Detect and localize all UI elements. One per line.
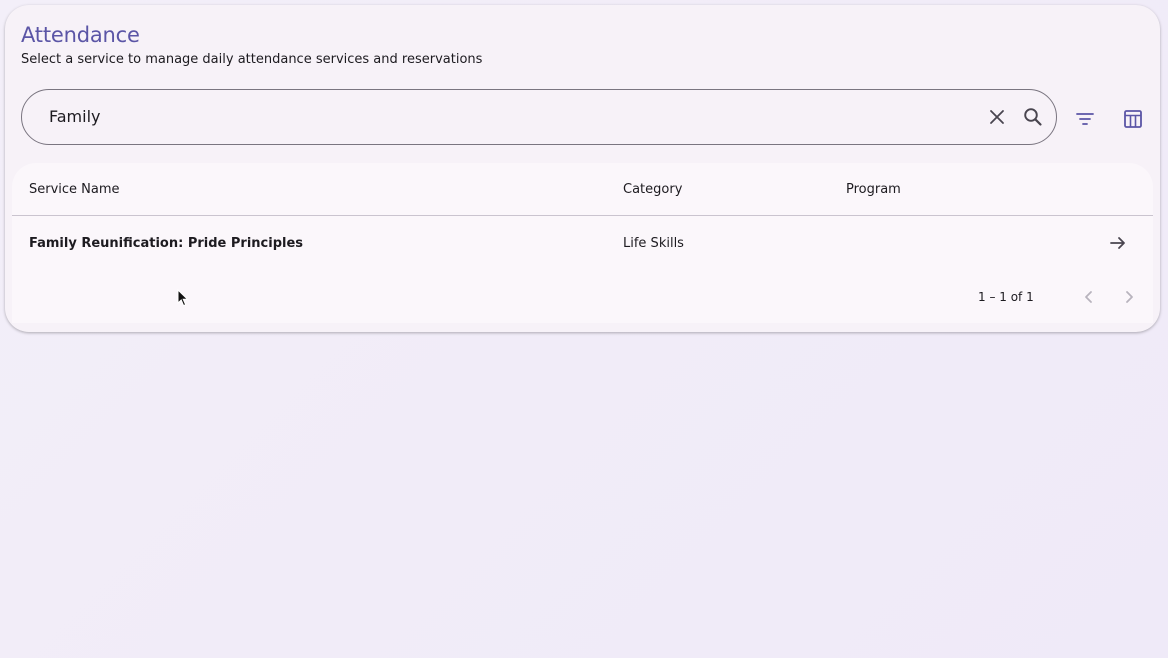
paginator: 1 – 1 of 1 [12, 271, 1153, 323]
page-subtitle: Select a service to manage daily attenda… [21, 52, 483, 67]
chevron-right-icon [1126, 291, 1133, 303]
column-header-service-name[interactable]: Service Name [29, 163, 120, 216]
close-icon [990, 110, 1004, 124]
previous-page-button[interactable] [1073, 281, 1105, 313]
page-title: Attendance [21, 23, 140, 47]
column-header-program[interactable]: Program [846, 163, 901, 216]
arrow-forward-icon [1110, 237, 1125, 249]
table-row[interactable]: Family Reunification: Pride Principles L… [12, 217, 1153, 270]
filter-button[interactable] [1069, 103, 1101, 135]
chevron-left-icon [1085, 291, 1092, 303]
attendance-card: Attendance Select a service to manage da… [5, 5, 1160, 332]
next-page-button[interactable] [1113, 281, 1145, 313]
search-icon [1024, 108, 1042, 126]
open-service-button[interactable] [1102, 227, 1134, 259]
column-settings-button[interactable] [1117, 103, 1149, 135]
table-columns-icon [1124, 110, 1142, 128]
table-header: Service Name Category Program [12, 163, 1153, 216]
search-bar[interactable]: Family [21, 89, 1057, 145]
cell-service-name: Family Reunification: Pride Principles [29, 236, 304, 251]
column-header-category[interactable]: Category [623, 163, 682, 216]
filter-list-icon [1076, 113, 1094, 125]
cell-category: Life Skills [623, 236, 684, 251]
search-button[interactable] [1017, 101, 1049, 133]
search-input[interactable]: Family [49, 90, 100, 144]
services-table: Service Name Category Program Family Reu… [12, 163, 1153, 323]
paginator-range-label: 1 – 1 of 1 [978, 290, 1034, 304]
clear-search-button[interactable] [981, 101, 1013, 133]
